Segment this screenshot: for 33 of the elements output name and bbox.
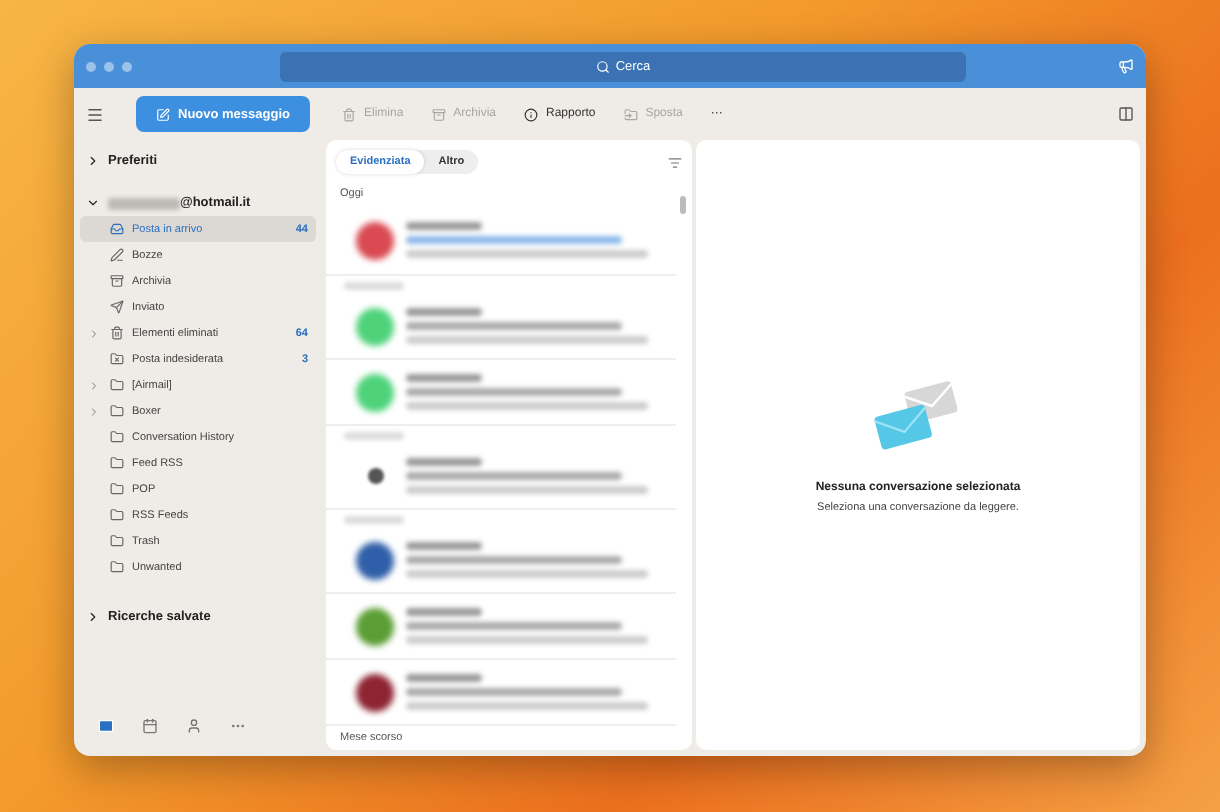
trash-icon — [110, 326, 124, 340]
archive-icon — [431, 107, 446, 121]
folder-icon — [110, 534, 124, 548]
calendar-icon[interactable] — [142, 718, 158, 734]
pen-icon — [110, 248, 124, 262]
menu-icon[interactable] — [86, 105, 104, 123]
scrollbar-thumb[interactable] — [680, 196, 686, 214]
layout-icon[interactable] — [1118, 106, 1134, 122]
inbox-icon — [110, 222, 124, 236]
send-icon — [110, 300, 124, 314]
folder-icon — [110, 482, 124, 496]
person-icon[interactable] — [186, 718, 202, 734]
archive-icon — [110, 274, 124, 288]
folder-icon — [110, 560, 124, 574]
folder-icon — [110, 404, 124, 418]
folder-icon — [110, 508, 124, 522]
folder-icon — [110, 378, 124, 392]
mail-icon[interactable] — [98, 718, 114, 734]
info-icon — [524, 107, 539, 121]
folder-arrow-icon — [623, 107, 638, 121]
trash-icon — [341, 107, 356, 121]
blurred-name — [108, 197, 180, 209]
filter-icon[interactable] — [668, 155, 682, 169]
compose-icon — [156, 107, 170, 121]
chevron-icon[interactable] — [86, 196, 100, 210]
chevron-icon[interactable] — [86, 610, 100, 624]
folder-x-icon — [110, 352, 124, 366]
folder-icon — [110, 430, 124, 444]
chevron-icon[interactable] — [86, 154, 100, 168]
search-icon — [595, 59, 610, 73]
folder-icon — [110, 456, 124, 470]
megaphone-icon[interactable] — [1118, 58, 1134, 74]
logo-icon — [367, 468, 383, 484]
